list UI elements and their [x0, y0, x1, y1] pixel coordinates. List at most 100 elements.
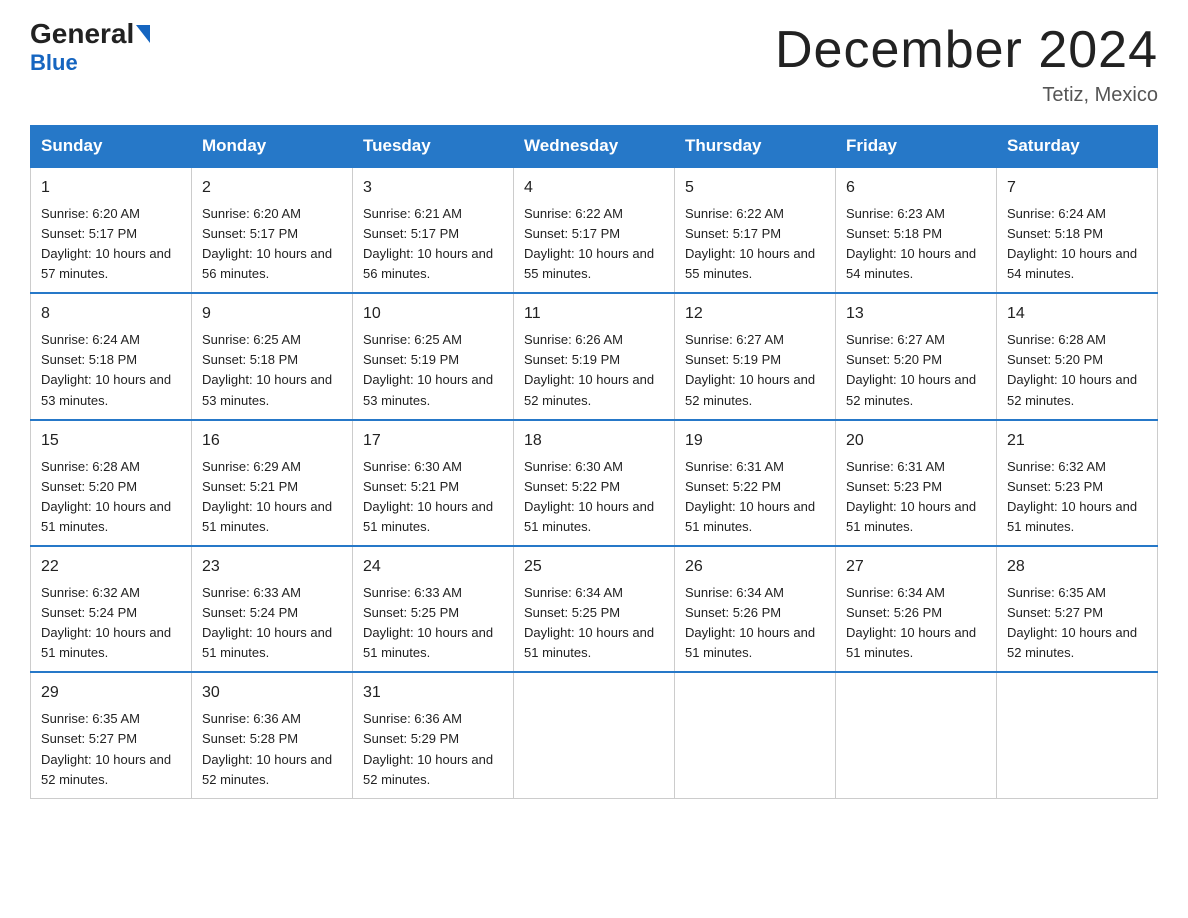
- day-number: 26: [685, 555, 825, 580]
- page-header: General Blue December 2024 Tetiz, Mexico: [30, 20, 1158, 107]
- day-info: Sunrise: 6:25 AMSunset: 5:19 PMDaylight:…: [363, 330, 503, 411]
- col-friday: Friday: [836, 126, 997, 168]
- day-info: Sunrise: 6:33 AMSunset: 5:25 PMDaylight:…: [363, 583, 503, 664]
- day-info: Sunrise: 6:27 AMSunset: 5:20 PMDaylight:…: [846, 330, 986, 411]
- day-number: 24: [363, 555, 503, 580]
- day-number: 28: [1007, 555, 1147, 580]
- calendar-day-cell: 9Sunrise: 6:25 AMSunset: 5:18 PMDaylight…: [192, 293, 353, 419]
- calendar-day-cell: 25 Sunrise: 6:34 AMSunset: 5:25 PMDayligh…: [514, 546, 675, 672]
- day-number: 20: [846, 429, 986, 454]
- calendar-day-cell: 12 Sunrise: 6:27 AMSunset: 5:19 PMDayligh…: [675, 293, 836, 419]
- day-number: 3: [363, 176, 503, 201]
- day-number: 10: [363, 302, 503, 327]
- logo-general-text: General: [30, 20, 134, 48]
- logo-blue-text: Blue: [30, 50, 78, 76]
- location-label: Tetiz, Mexico: [775, 84, 1158, 107]
- calendar-day-cell: 5 Sunrise: 6:22 AMSunset: 5:17 PMDaylight…: [675, 167, 836, 293]
- calendar-day-cell: 31 Sunrise: 6:36 AMSunset: 5:29 PMDayligh…: [353, 672, 514, 798]
- day-number: 11: [524, 302, 664, 327]
- col-monday: Monday: [192, 126, 353, 168]
- day-info: Sunrise: 6:25 AMSunset: 5:18 PMDaylight:…: [202, 330, 342, 411]
- calendar-day-cell: [997, 672, 1158, 798]
- title-area: December 2024 Tetiz, Mexico: [775, 20, 1158, 107]
- day-info: Sunrise: 6:31 AMSunset: 5:23 PMDaylight:…: [846, 457, 986, 538]
- day-info: Sunrise: 6:34 AMSunset: 5:26 PMDaylight:…: [846, 583, 986, 664]
- day-number: 25: [524, 555, 664, 580]
- calendar-day-cell: 22 Sunrise: 6:32 AMSunset: 5:24 PMDayligh…: [31, 546, 192, 672]
- calendar-day-cell: 4 Sunrise: 6:22 AMSunset: 5:17 PMDaylight…: [514, 167, 675, 293]
- calendar-day-cell: 24 Sunrise: 6:33 AMSunset: 5:25 PMDayligh…: [353, 546, 514, 672]
- logo: General Blue: [30, 20, 150, 76]
- calendar-day-cell: 28 Sunrise: 6:35 AMSunset: 5:27 PMDayligh…: [997, 546, 1158, 672]
- day-info: Sunrise: 6:29 AMSunset: 5:21 PMDaylight:…: [202, 457, 342, 538]
- day-number: 5: [685, 176, 825, 201]
- day-info: Sunrise: 6:36 AMSunset: 5:28 PMDaylight:…: [202, 709, 342, 790]
- calendar-day-cell: 21Sunrise: 6:32 AMSunset: 5:23 PMDayligh…: [997, 420, 1158, 546]
- calendar-day-cell: 2 Sunrise: 6:20 AMSunset: 5:17 PMDaylight…: [192, 167, 353, 293]
- calendar-day-cell: 15 Sunrise: 6:28 AMSunset: 5:20 PMDayligh…: [31, 420, 192, 546]
- col-thursday: Thursday: [675, 126, 836, 168]
- calendar-day-cell: [675, 672, 836, 798]
- day-info: Sunrise: 6:35 AMSunset: 5:27 PMDaylight:…: [1007, 583, 1147, 664]
- calendar-day-cell: 30 Sunrise: 6:36 AMSunset: 5:28 PMDayligh…: [192, 672, 353, 798]
- day-info: Sunrise: 6:20 AMSunset: 5:17 PMDaylight:…: [41, 204, 181, 285]
- calendar-day-cell: 1 Sunrise: 6:20 AMSunset: 5:17 PMDaylight…: [31, 167, 192, 293]
- calendar-table: Sunday Monday Tuesday Wednesday Thursday…: [30, 125, 1158, 799]
- day-info: Sunrise: 6:35 AMSunset: 5:27 PMDaylight:…: [41, 709, 181, 790]
- day-info: Sunrise: 6:32 AMSunset: 5:23 PMDaylight:…: [1007, 457, 1147, 538]
- day-number: 2: [202, 176, 342, 201]
- day-info: Sunrise: 6:30 AMSunset: 5:21 PMDaylight:…: [363, 457, 503, 538]
- calendar-day-cell: 7Sunrise: 6:24 AMSunset: 5:18 PMDaylight…: [997, 167, 1158, 293]
- calendar-day-cell: 11Sunrise: 6:26 AMSunset: 5:19 PMDayligh…: [514, 293, 675, 419]
- calendar-day-cell: 17 Sunrise: 6:30 AMSunset: 5:21 PMDayligh…: [353, 420, 514, 546]
- day-number: 22: [41, 555, 181, 580]
- day-number: 1: [41, 176, 181, 201]
- calendar-day-cell: 8Sunrise: 6:24 AMSunset: 5:18 PMDaylight…: [31, 293, 192, 419]
- calendar-week-row: 1 Sunrise: 6:20 AMSunset: 5:17 PMDaylight…: [31, 167, 1158, 293]
- calendar-header-row: Sunday Monday Tuesday Wednesday Thursday…: [31, 126, 1158, 168]
- day-info: Sunrise: 6:22 AMSunset: 5:17 PMDaylight:…: [524, 204, 664, 285]
- calendar-week-row: 22 Sunrise: 6:32 AMSunset: 5:24 PMDayligh…: [31, 546, 1158, 672]
- col-tuesday: Tuesday: [353, 126, 514, 168]
- calendar-week-row: 8Sunrise: 6:24 AMSunset: 5:18 PMDaylight…: [31, 293, 1158, 419]
- col-sunday: Sunday: [31, 126, 192, 168]
- day-info: Sunrise: 6:28 AMSunset: 5:20 PMDaylight:…: [1007, 330, 1147, 411]
- col-saturday: Saturday: [997, 126, 1158, 168]
- day-info: Sunrise: 6:20 AMSunset: 5:17 PMDaylight:…: [202, 204, 342, 285]
- day-number: 27: [846, 555, 986, 580]
- calendar-week-row: 29 Sunrise: 6:35 AMSunset: 5:27 PMDayligh…: [31, 672, 1158, 798]
- day-info: Sunrise: 6:34 AMSunset: 5:26 PMDaylight:…: [685, 583, 825, 664]
- calendar-day-cell: 29 Sunrise: 6:35 AMSunset: 5:27 PMDayligh…: [31, 672, 192, 798]
- day-number: 12: [685, 302, 825, 327]
- day-info: Sunrise: 6:33 AMSunset: 5:24 PMDaylight:…: [202, 583, 342, 664]
- calendar-day-cell: 14 Sunrise: 6:28 AMSunset: 5:20 PMDayligh…: [997, 293, 1158, 419]
- day-info: Sunrise: 6:27 AMSunset: 5:19 PMDaylight:…: [685, 330, 825, 411]
- calendar-day-cell: 13 Sunrise: 6:27 AMSunset: 5:20 PMDayligh…: [836, 293, 997, 419]
- calendar-day-cell: 19Sunrise: 6:31 AMSunset: 5:22 PMDayligh…: [675, 420, 836, 546]
- calendar-day-cell: [514, 672, 675, 798]
- day-number: 31: [363, 681, 503, 706]
- day-info: Sunrise: 6:36 AMSunset: 5:29 PMDaylight:…: [363, 709, 503, 790]
- day-number: 17: [363, 429, 503, 454]
- calendar-day-cell: 27 Sunrise: 6:34 AMSunset: 5:26 PMDayligh…: [836, 546, 997, 672]
- day-info: Sunrise: 6:24 AMSunset: 5:18 PMDaylight:…: [1007, 204, 1147, 285]
- day-number: 14: [1007, 302, 1147, 327]
- day-number: 18: [524, 429, 664, 454]
- day-number: 29: [41, 681, 181, 706]
- day-number: 13: [846, 302, 986, 327]
- day-number: 23: [202, 555, 342, 580]
- calendar-day-cell: 6Sunrise: 6:23 AMSunset: 5:18 PMDaylight…: [836, 167, 997, 293]
- day-number: 15: [41, 429, 181, 454]
- day-info: Sunrise: 6:34 AMSunset: 5:25 PMDaylight:…: [524, 583, 664, 664]
- day-number: 4: [524, 176, 664, 201]
- calendar-day-cell: 18Sunrise: 6:30 AMSunset: 5:22 PMDayligh…: [514, 420, 675, 546]
- day-number: 8: [41, 302, 181, 327]
- day-number: 16: [202, 429, 342, 454]
- day-info: Sunrise: 6:32 AMSunset: 5:24 PMDaylight:…: [41, 583, 181, 664]
- calendar-day-cell: 23 Sunrise: 6:33 AMSunset: 5:24 PMDayligh…: [192, 546, 353, 672]
- calendar-day-cell: [836, 672, 997, 798]
- day-number: 30: [202, 681, 342, 706]
- logo-triangle-icon: [136, 25, 150, 43]
- day-info: Sunrise: 6:22 AMSunset: 5:17 PMDaylight:…: [685, 204, 825, 285]
- day-info: Sunrise: 6:28 AMSunset: 5:20 PMDaylight:…: [41, 457, 181, 538]
